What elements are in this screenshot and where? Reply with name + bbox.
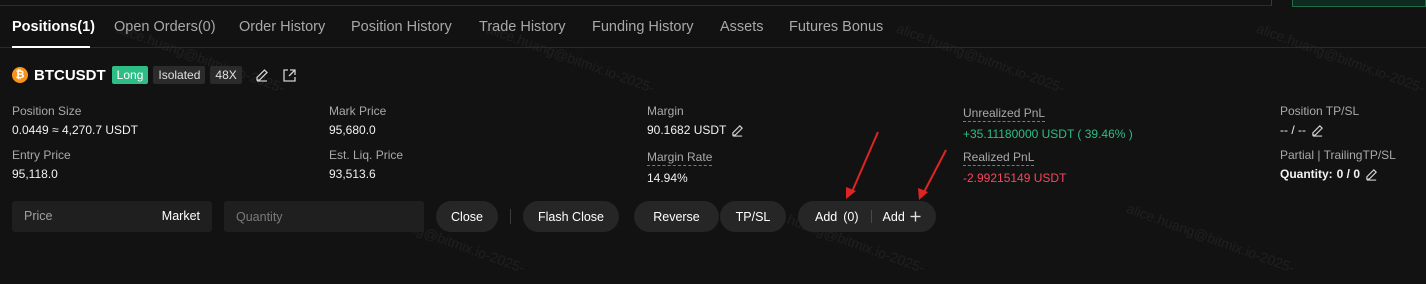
divider (870, 210, 872, 223)
bitcoin-icon: ₿ (12, 67, 28, 83)
margin-mode-badge: Isolated (153, 66, 206, 84)
position-size-value: 0.0449 ≈ 4,270.7 USDT (12, 123, 138, 137)
position-size-label: Position Size (12, 104, 82, 118)
cropped-input-edge (0, 0, 1272, 6)
partial-trailing-value: 0 / 0 (1336, 167, 1361, 181)
entry-price-field: Entry Price 95,118.0 (12, 148, 71, 181)
add-plus-button[interactable]: Add (883, 210, 905, 224)
price-field[interactable]: Price Market (12, 201, 212, 232)
annotation-arrow (918, 149, 947, 200)
side-badge: Long (111, 66, 149, 84)
unrealized-pnl-label: Unrealized PnL (963, 106, 1046, 122)
share-icon[interactable] (282, 67, 298, 83)
add-button-group: Add (0) Add (798, 201, 936, 232)
divider (510, 209, 511, 224)
partial-trailing-field: Partial | TrailingTP/SL Quantity: 0 / 0 (1280, 148, 1396, 181)
realized-pnl-label: Realized PnL (963, 150, 1035, 166)
realized-pnl-field: Realized PnL -2.99215149 USDT (963, 148, 1066, 185)
price-mode: Market (161, 209, 200, 223)
entry-price-label: Entry Price (12, 148, 71, 162)
active-tab-indicator (12, 46, 90, 48)
mark-price-field: Mark Price 95,680.0 (329, 104, 386, 137)
symbol-name: BTCUSDT (34, 66, 106, 84)
close-button[interactable]: Close (436, 201, 498, 232)
mark-price-value: 95,680.0 (329, 123, 376, 137)
tab-positions[interactable]: Positions(1) (12, 19, 95, 35)
est-liq-price-field: Est. Liq. Price 93,513.6 (329, 148, 403, 181)
margin-field: Margin 90.1682 USDT (647, 104, 744, 137)
reverse-button[interactable]: Reverse (634, 201, 719, 232)
annotation-arrow (846, 131, 879, 199)
position-tabs: Positions(1) Open Orders(0) Order Histor… (0, 14, 1426, 48)
position-tpsl-label: Position TP/SL (1280, 104, 1360, 118)
add-button[interactable]: Add (815, 210, 837, 224)
add-count: (0) (843, 209, 859, 224)
quantity-label: Quantity: (1280, 167, 1333, 181)
position-header: ₿ BTCUSDT Long Isolated 48X (12, 65, 298, 85)
margin-value-row: 90.1682 USDT (647, 123, 744, 137)
margin-rate-field: Margin Rate 14.94% (647, 148, 713, 185)
tab-trade-history[interactable]: Trade History (479, 19, 565, 35)
mark-price-label: Mark Price (329, 104, 387, 118)
margin-rate-value: 14.94% (647, 171, 688, 185)
tab-position-history[interactable]: Position History (351, 19, 452, 35)
tab-order-history[interactable]: Order History (239, 19, 325, 35)
leverage-badge: 48X (210, 66, 242, 84)
partial-trailing-label: Partial | TrailingTP/SL (1280, 148, 1396, 162)
edit-icon[interactable] (254, 67, 270, 83)
unrealized-pnl-value: +35.11180000 USDT ( 39.46% ) (963, 127, 1133, 141)
tab-assets[interactable]: Assets (720, 19, 764, 35)
price-placeholder: Price (24, 209, 53, 223)
margin-rate-label: Margin Rate (647, 150, 713, 166)
tab-futures-bonus[interactable]: Futures Bonus (789, 19, 883, 35)
flash-close-button[interactable]: Flash Close (523, 201, 619, 232)
top-strip (0, 0, 1426, 8)
entry-price-value: 95,118.0 (12, 167, 58, 181)
position-tpsl-value: -- / -- (1280, 123, 1306, 137)
unrealized-pnl-field: Unrealized PnL +35.11180000 USDT ( 39.46… (963, 104, 1133, 141)
plus-icon[interactable] (910, 211, 921, 222)
est-liq-price-label: Est. Liq. Price (329, 148, 404, 162)
tab-funding-history[interactable]: Funding History (592, 19, 694, 35)
pencil-icon[interactable] (1365, 168, 1378, 181)
watermark: alice.huang@bitmix.io-2025- (1124, 200, 1297, 276)
position-tpsl-field: Position TP/SL -- / -- (1280, 104, 1359, 137)
position-tpsl-value-row: -- / -- (1280, 123, 1359, 137)
margin-value: 90.1682 USDT (647, 123, 727, 137)
est-liq-price-value: 93,513.6 (329, 167, 376, 181)
pencil-icon[interactable] (1311, 124, 1324, 137)
quantity-input[interactable] (224, 201, 424, 232)
margin-label: Margin (647, 104, 684, 118)
cropped-button-edge (1292, 0, 1426, 7)
pencil-icon[interactable] (731, 124, 744, 137)
tab-open-orders[interactable]: Open Orders(0) (114, 19, 216, 35)
partial-trailing-value-row: Quantity: 0 / 0 (1280, 167, 1396, 181)
position-size-field: Position Size 0.0449 ≈ 4,270.7 USDT (12, 104, 138, 137)
tpsl-button[interactable]: TP/SL (720, 201, 786, 232)
realized-pnl-value: -2.99215149 USDT (963, 171, 1067, 185)
